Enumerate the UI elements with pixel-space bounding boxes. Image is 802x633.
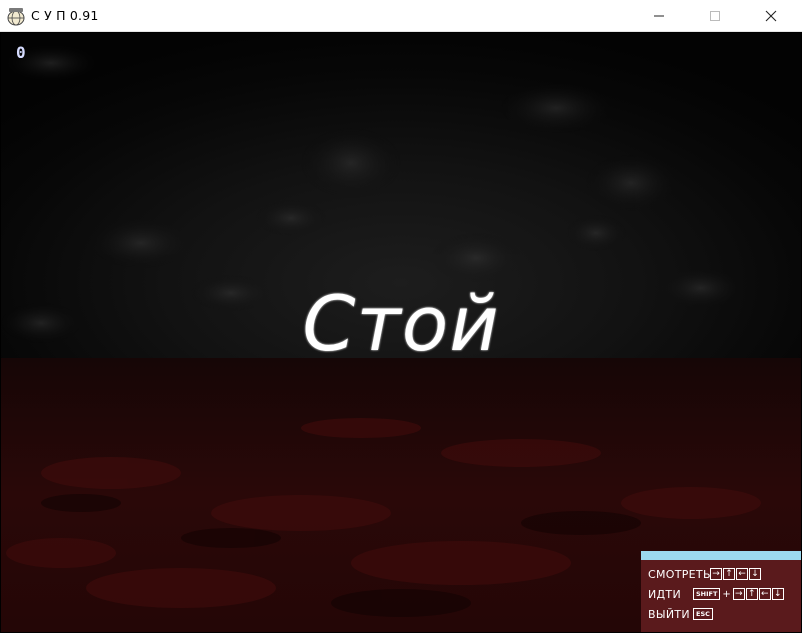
close-button[interactable] bbox=[748, 0, 794, 32]
close-icon bbox=[765, 10, 777, 22]
window-titlebar: С У П 0.91 bbox=[0, 0, 802, 32]
arrow-right-key-icon: → bbox=[710, 568, 722, 580]
arrow-up-key-icon: ↑ bbox=[745, 588, 758, 600]
shift-key-icon: SHIFT bbox=[693, 588, 721, 600]
plus-sign: + bbox=[722, 588, 731, 600]
arrow-down-key-icon: ↓ bbox=[749, 568, 761, 580]
help-row-walk: ИДТИ SHIFT + → ↑ ← ↓ bbox=[648, 587, 785, 601]
minimize-button[interactable] bbox=[636, 0, 682, 32]
controls-help-panel: СМОТРЕТЬ → ↑ ← ↓ ИДТИ SHIFT + → ↑ ← ↓ ВЫ… bbox=[641, 551, 801, 632]
maximize-button[interactable] bbox=[692, 0, 738, 32]
score-counter: 0 bbox=[16, 43, 26, 62]
globe-app-icon bbox=[7, 8, 25, 26]
exit-label: ВЫЙТИ bbox=[648, 607, 690, 621]
arrow-up-key-icon: ↑ bbox=[723, 568, 735, 580]
minimize-icon bbox=[654, 15, 664, 17]
arrow-down-key-icon: ↓ bbox=[771, 588, 784, 600]
maximize-icon bbox=[710, 11, 720, 21]
center-message: Стой bbox=[302, 279, 500, 368]
window-title: С У П 0.91 bbox=[31, 8, 99, 23]
arrow-left-key-icon: ← bbox=[736, 568, 748, 580]
help-row-exit: ВЫЙТИ ESC bbox=[648, 607, 714, 621]
game-viewport[interactable]: 0 Стой СМОТРЕТЬ → ↑ ← ↓ ИДТИ SHIFT + → ↑… bbox=[1, 33, 801, 632]
esc-key-icon: ESC bbox=[693, 608, 713, 620]
arrow-right-key-icon: → bbox=[732, 588, 745, 600]
help-row-look: СМОТРЕТЬ → ↑ ← ↓ bbox=[648, 567, 762, 581]
arrow-left-key-icon: ← bbox=[758, 588, 771, 600]
walk-label: ИДТИ bbox=[648, 587, 681, 601]
help-panel-bar bbox=[641, 551, 801, 560]
look-label: СМОТРЕТЬ bbox=[648, 567, 711, 581]
